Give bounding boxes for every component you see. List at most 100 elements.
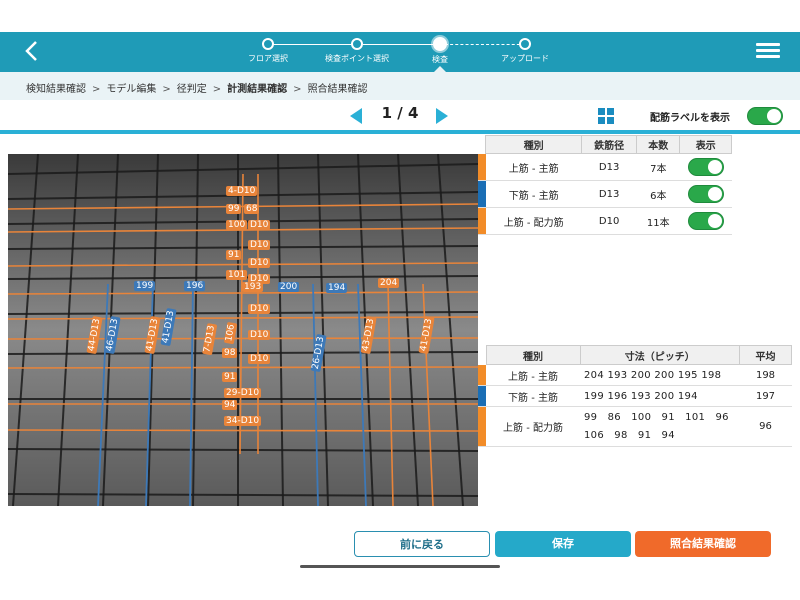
cell-type: 上筋 - 主筋 (486, 364, 580, 386)
cell-avg: 198 (739, 364, 792, 386)
rebar-label: 100 (226, 220, 248, 230)
step-dot (351, 38, 363, 50)
table-row: 上筋 - 配力筋 D10 11本 (478, 207, 732, 235)
back-button[interactable]: 前に戻る (354, 531, 490, 557)
row-color-marker (478, 153, 486, 181)
step-label: 検査ポイント選択 (325, 54, 389, 63)
chevron-right-icon: > (212, 84, 222, 95)
row-color-marker (478, 180, 486, 208)
save-button[interactable]: 保存 (495, 531, 631, 557)
pitch-label: 200 (278, 282, 300, 292)
rebar-label: 101 (226, 270, 248, 280)
app-frame: フロア選択 検査ポイント選択 検査 アップロード 検知結果確認 > モデル編集 > 径判… (0, 32, 800, 570)
cell-type: 下筋 - 主筋 (485, 180, 582, 208)
rebar-label: 91 (222, 372, 238, 382)
progress-steps: フロア選択 検査ポイント選択 検査 アップロード (240, 36, 560, 70)
cell-count: 7本 (636, 153, 680, 181)
table-row: 上筋 - 主筋 204 193 200 200 195 198 198 (478, 364, 792, 386)
rebar-label: 91 (226, 250, 242, 260)
cell-diameter: D13 (581, 180, 637, 208)
step-dot (262, 38, 274, 50)
rebar-label: 98 (222, 348, 238, 358)
step-floor-select[interactable]: フロア選択 (223, 36, 313, 64)
table-row: 上筋 - 主筋 D13 7本 (478, 153, 732, 181)
row-color-marker (478, 385, 486, 407)
breadcrumb-item[interactable]: 径判定 (177, 84, 207, 95)
cell-count: 6本 (636, 180, 680, 208)
page-indicator: 1 / 4 (381, 104, 419, 122)
breadcrumb-item[interactable]: 検知結果確認 (26, 84, 86, 95)
rebar-label: 68 (244, 204, 260, 214)
step-dot (433, 37, 447, 51)
chevron-right-icon: > (162, 84, 171, 95)
cell-type: 上筋 - 主筋 (485, 153, 582, 181)
show-toggle[interactable] (679, 207, 732, 235)
row-color-marker (478, 406, 486, 447)
pitch-label: 204 (378, 278, 400, 288)
cell-dims: 204 193 200 200 195 198 (580, 364, 740, 386)
cell-dims: 199 196 193 200 194 (580, 385, 740, 407)
breadcrumb: 検知結果確認 > モデル編集 > 径判定 > 計測結果確認 > 照合結果確認 (0, 72, 800, 100)
pitch-label: 196 (184, 281, 206, 291)
table-header-spacer (478, 135, 486, 154)
label-toggle[interactable] (747, 107, 783, 125)
show-toggle[interactable] (679, 180, 732, 208)
step-inspection-point[interactable]: 検査ポイント選択 (312, 36, 402, 64)
column-header: 種別 (485, 345, 581, 365)
cell-type: 上筋 - 配力筋 (485, 207, 582, 235)
rebar-label: D10 (248, 240, 271, 250)
pitch-table: 種別 寸法（ピッチ） 平均 上筋 - 主筋 204 193 200 200 19… (478, 345, 792, 447)
cell-diameter: D13 (581, 153, 637, 181)
breadcrumb-item[interactable]: モデル編集 (106, 84, 156, 95)
breadcrumb-item-current: 計測結果確認 (227, 84, 288, 95)
step-dot (519, 38, 531, 50)
step-label: フロア選択 (248, 54, 288, 63)
cell-avg: 197 (739, 385, 792, 407)
rebar-summary-table: 種別 鉄筋径 本数 表示 上筋 - 主筋 D13 7本 下筋 - 主筋 D13 … (478, 135, 732, 235)
table-row: 下筋 - 主筋 199 196 193 200 194 197 (478, 385, 792, 407)
step-label: 検査 (432, 55, 448, 64)
cell-type: 下筋 - 主筋 (486, 385, 580, 407)
rebar-label: 94 (222, 400, 238, 410)
rebar-label: 29-D10 (224, 388, 262, 398)
chevron-right-icon: > (293, 84, 302, 95)
top-bar: フロア選択 検査ポイント選択 検査 アップロード (0, 32, 800, 73)
row-color-marker (478, 364, 486, 386)
rebar-label: D10 (248, 220, 271, 230)
rebar-label: 34-D10 (224, 416, 262, 426)
grid-view-icon[interactable] (598, 108, 614, 124)
divider-bar (0, 130, 800, 134)
step-upload[interactable]: アップロード (480, 36, 570, 64)
table-row: 下筋 - 主筋 D13 6本 (478, 180, 732, 208)
rebar-label: 4-D10 (226, 186, 258, 196)
table-row: 上筋 - 配力筋 99 86 100 91 101 96 106 98 91 9… (478, 406, 792, 447)
chevron-right-icon: > (92, 84, 101, 95)
cell-avg: 96 (739, 406, 792, 447)
dims-line: 99 86 100 91 101 96 (584, 411, 729, 423)
dims-line: 106 98 91 94 (584, 429, 675, 441)
column-header: 鉄筋径 (581, 135, 638, 154)
rebar-photo[interactable]: 4-D10 99 68 100 D10 D10 91 D10 D10 101 1… (8, 154, 478, 506)
table-header-spacer (478, 345, 486, 365)
rebar-grid-graphic (8, 154, 478, 506)
home-indicator (300, 565, 500, 568)
pitch-label: 193 (242, 282, 264, 292)
step-inspection[interactable]: 検査 (395, 36, 485, 65)
cell-type: 上筋 - 配力筋 (486, 406, 580, 447)
row-color-marker (478, 207, 486, 235)
check-result-button[interactable]: 照合結果確認 (635, 531, 771, 557)
pitch-label: 199 (134, 281, 156, 291)
column-header: 種別 (485, 135, 583, 154)
next-page-arrow-icon[interactable] (436, 108, 448, 124)
rebar-label: D10 (248, 330, 271, 340)
label-toggle-text: 配筋ラベルを表示 (650, 113, 730, 124)
chevron-left-icon[interactable] (20, 36, 50, 66)
show-toggle[interactable] (679, 153, 732, 181)
column-header: 表示 (679, 135, 732, 154)
cell-count: 11本 (636, 207, 680, 235)
prev-page-arrow-icon[interactable] (350, 108, 362, 124)
hamburger-menu-icon[interactable] (756, 40, 780, 64)
rebar-label: D10 (248, 304, 271, 314)
breadcrumb-item[interactable]: 照合結果確認 (308, 84, 368, 95)
column-header: 本数 (636, 135, 681, 154)
